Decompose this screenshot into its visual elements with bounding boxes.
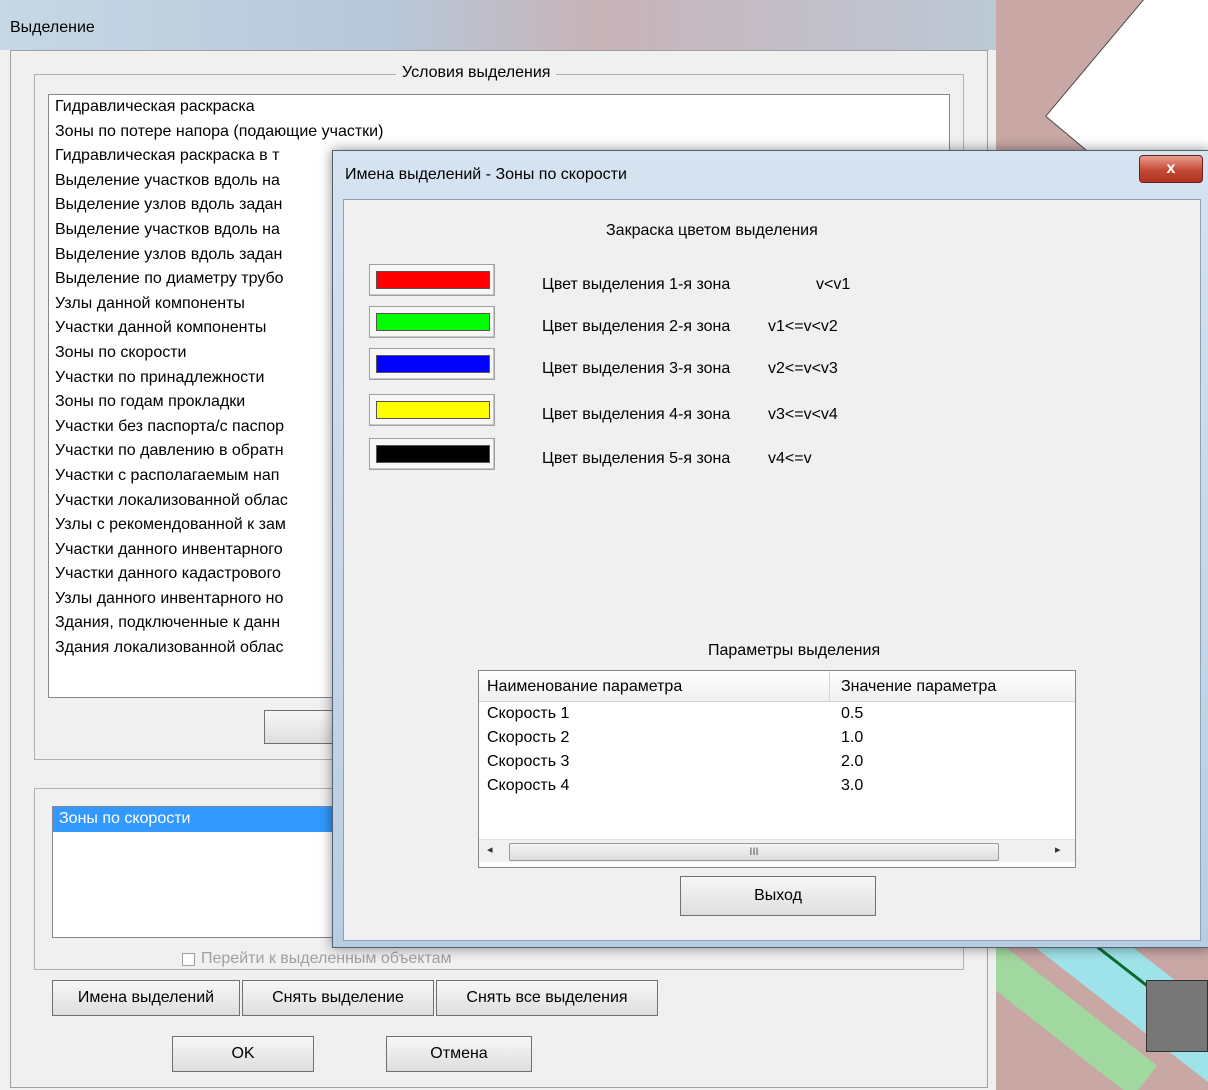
params-table[interactable]: Наименование параметра Значение параметр… bbox=[478, 670, 1076, 868]
zone-1-color-swatch bbox=[376, 271, 490, 289]
scroll-right-icon[interactable]: ▸ bbox=[1055, 843, 1061, 856]
close-button[interactable]: x bbox=[1139, 155, 1203, 183]
zone-4-color-swatch bbox=[376, 401, 490, 419]
exit-button[interactable]: Выход bbox=[680, 876, 876, 916]
clear-selection-button[interactable]: Снять выделение bbox=[242, 980, 434, 1016]
selection-names-dialog-title: Имена выделений - Зоны по скорости bbox=[345, 166, 627, 183]
zone-3-range: v2<=v<v3 bbox=[768, 360, 838, 377]
table-row[interactable]: Скорость 3 2.0 bbox=[479, 751, 1075, 775]
checkbox-box[interactable] bbox=[182, 952, 195, 966]
param-value-cell: 0.5 bbox=[841, 705, 864, 722]
zone-1-label: Цвет выделения 1-я зона bbox=[542, 276, 731, 293]
param-value-cell: 1.0 bbox=[841, 729, 864, 746]
zone-3-color-button[interactable] bbox=[369, 348, 495, 380]
selection-dialog-titlebar[interactable]: Выделение bbox=[0, 0, 996, 50]
scroll-left-icon[interactable]: ◂ bbox=[487, 843, 493, 856]
zone-5-color-button[interactable] bbox=[369, 438, 495, 470]
param-value-cell: 3.0 bbox=[841, 777, 864, 794]
scroll-thumb[interactable]: III bbox=[509, 843, 999, 861]
conditions-group-title: Условия выделения bbox=[396, 64, 557, 82]
param-name-cell: Скорость 4 bbox=[487, 777, 570, 794]
zone-2-label: Цвет выделения 2-я зона bbox=[542, 318, 731, 335]
table-row[interactable]: Скорость 4 3.0 bbox=[479, 775, 1075, 799]
horizontal-scrollbar[interactable]: ◂ III ▸ bbox=[479, 839, 1075, 862]
zone-2-color-button[interactable] bbox=[369, 306, 495, 338]
selection-names-button[interactable]: Имена выделений bbox=[52, 980, 240, 1016]
map-building bbox=[1146, 980, 1208, 1052]
zone-4-label: Цвет выделения 4-я зона bbox=[542, 406, 731, 423]
condition-list-item[interactable]: Зоны по потере напора (подающие участки) bbox=[49, 120, 949, 145]
goto-selected-label: Перейти к выделенным объектам bbox=[201, 950, 452, 967]
zone-4-color-button[interactable] bbox=[369, 394, 495, 426]
param-value-column-header[interactable]: Значение параметра bbox=[841, 678, 996, 696]
fill-heading: Закраска цветом выделения bbox=[606, 222, 818, 239]
zone-5-color-swatch bbox=[376, 445, 490, 463]
param-name-cell: Скорость 2 bbox=[487, 729, 570, 746]
table-row[interactable]: Скорость 2 1.0 bbox=[479, 727, 1075, 751]
selection-names-body: Закраска цветом выделения Цвет выделения… bbox=[343, 199, 1201, 941]
zone-2-range: v1<=v<v2 bbox=[768, 318, 838, 335]
clear-all-selections-button[interactable]: Снять все выделения bbox=[436, 980, 658, 1016]
selection-names-dialog: Имена выделений - Зоны по скорости x Зак… bbox=[332, 150, 1208, 948]
table-row[interactable]: Скорость 1 0.5 bbox=[479, 703, 1075, 727]
param-name-cell: Скорость 3 bbox=[487, 753, 570, 770]
condition-list-item[interactable]: Гидравлическая раскраска bbox=[49, 95, 949, 120]
goto-selected-checkbox[interactable]: Перейти к выделенным объектам bbox=[182, 950, 452, 968]
zone-3-color-swatch bbox=[376, 355, 490, 373]
zone-5-range: v4<=v bbox=[768, 450, 812, 467]
zone-5-label: Цвет выделения 5-я зона bbox=[542, 450, 731, 467]
close-icon: x bbox=[1166, 160, 1176, 177]
zone-2-color-swatch bbox=[376, 313, 490, 331]
ok-button[interactable]: OK bbox=[172, 1036, 314, 1072]
param-name-column-header[interactable]: Наименование параметра bbox=[487, 678, 682, 696]
selection-dialog-title: Выделение bbox=[10, 19, 95, 36]
params-table-header: Наименование параметра Значение параметр… bbox=[479, 671, 1075, 702]
params-heading: Параметры выделения bbox=[708, 642, 881, 659]
zone-1-range: v<v1 bbox=[816, 276, 851, 293]
param-name-cell: Скорость 1 bbox=[487, 705, 570, 722]
zone-4-range: v3<=v<v4 bbox=[768, 406, 838, 423]
zone-3-label: Цвет выделения 3-я зона bbox=[542, 360, 731, 377]
param-value-cell: 2.0 bbox=[841, 753, 864, 770]
zone-1-color-button[interactable] bbox=[369, 264, 495, 296]
cancel-button[interactable]: Отмена bbox=[386, 1036, 532, 1072]
